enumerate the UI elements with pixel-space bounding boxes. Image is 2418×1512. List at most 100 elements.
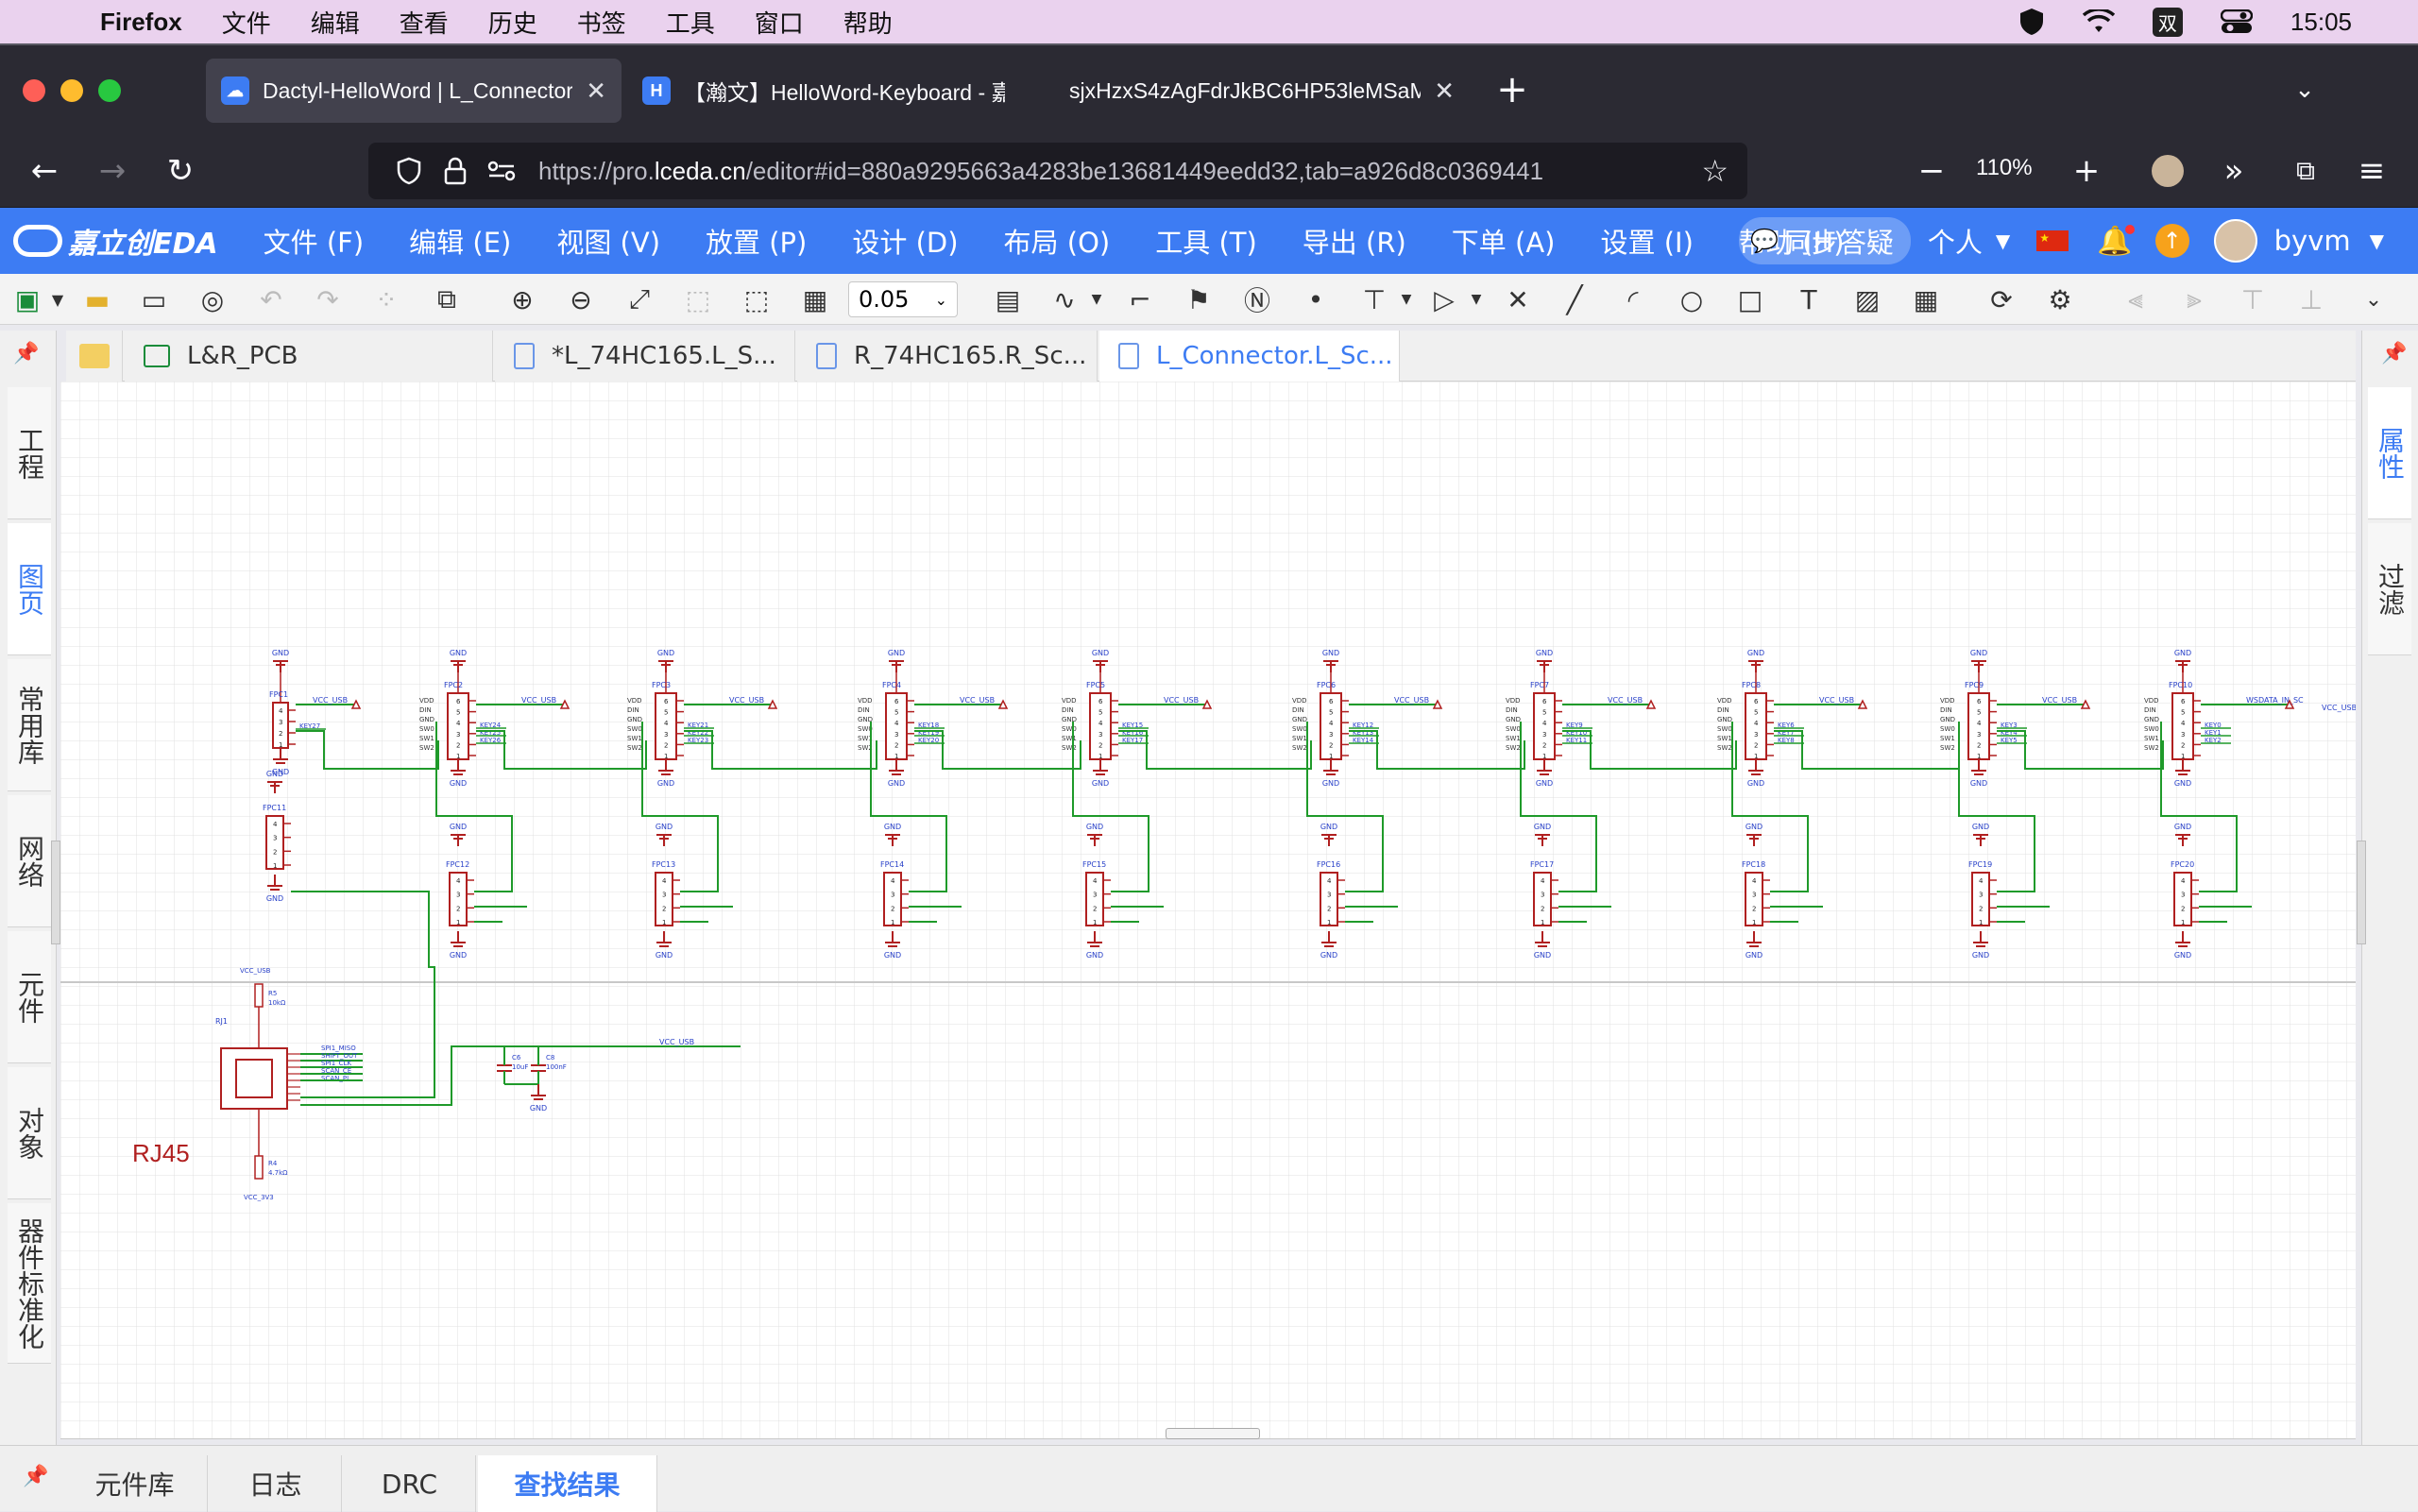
copy-format-icon[interactable]: ⁘ — [370, 283, 402, 315]
left-tab-objects[interactable]: 对象 — [8, 1067, 51, 1199]
eda-logo[interactable]: 嘉立创EDA — [13, 220, 218, 262]
lock-icon[interactable] — [444, 157, 467, 185]
back-arrow-icon[interactable]: ← — [21, 147, 68, 195]
grid-size-select[interactable]: 0.05 ⌄ — [848, 281, 958, 317]
os-menu-tools[interactable]: 工具 — [666, 5, 715, 40]
account-avatar[interactable] — [2144, 147, 2191, 195]
overflow-chevrons-icon[interactable]: » — [2210, 147, 2257, 195]
eda-menu-layout[interactable]: 布局 (O) — [1004, 221, 1111, 261]
os-menu-view[interactable]: 查看 — [400, 5, 449, 40]
open-folder-icon[interactable]: ▬ — [81, 283, 113, 315]
doc-tab-l-connector[interactable]: L_Connector.L_Sc... — [1099, 331, 1400, 382]
pin-icon[interactable]: 📌 — [2381, 342, 2407, 365]
user-chevron-icon[interactable]: ▼ — [2370, 229, 2384, 252]
power-chevron-icon[interactable]: ▼ — [1390, 283, 1422, 315]
zoom-out-icon[interactable]: − — [1908, 147, 1955, 195]
doc-folder-tab[interactable] — [66, 331, 123, 382]
hamburger-menu-icon[interactable]: ≡ — [2348, 147, 2395, 195]
close-tab-icon[interactable]: ✕ — [1434, 76, 1455, 106]
image-icon[interactable]: ▨ — [1851, 283, 1883, 315]
net-port-icon[interactable]: ▷ — [1428, 283, 1460, 315]
net-flag-icon[interactable]: ⚑ — [1183, 283, 1215, 315]
browser-tab-active[interactable]: ☁ Dactyl-HelloWord | L_Connector ✕ — [206, 59, 622, 123]
redo-icon[interactable]: ↷ — [312, 283, 344, 315]
right-panel-collapse-handle[interactable] — [2357, 841, 2366, 944]
extensions-icon[interactable]: ⧉ — [2282, 147, 2329, 195]
eda-menu-place[interactable]: 放置 (P) — [706, 221, 807, 261]
zoom-level[interactable]: 110% — [1976, 155, 2033, 181]
no-connect-icon[interactable]: ✕ — [1502, 283, 1534, 315]
input-method-badge[interactable]: 双 — [2152, 7, 2183, 37]
os-menu-file[interactable]: 文件 — [222, 5, 271, 40]
update-pcb-icon[interactable]: ⟳ — [1985, 283, 2018, 315]
zoom-area-icon[interactable]: ⬚ — [741, 283, 773, 315]
eda-menu-view[interactable]: 视图 (V) — [556, 221, 660, 261]
left-tab-components[interactable]: 元件 — [8, 931, 51, 1063]
grid-icon[interactable]: ▦ — [799, 283, 831, 315]
new-dropdown-chevron-icon[interactable]: ▼ — [42, 283, 74, 315]
fit-view-icon[interactable]: ⤢ — [623, 283, 656, 315]
eda-menu-settings[interactable]: 设置 (I) — [1600, 221, 1693, 261]
undo-icon[interactable]: ↶ — [255, 283, 287, 315]
zoom-in-tool-icon[interactable]: ⊕ — [506, 283, 538, 315]
bottom-tab-find-results[interactable]: 查找结果 — [478, 1455, 657, 1512]
table-icon[interactable]: ▦ — [1910, 283, 1942, 315]
left-tab-project[interactable]: 工程 — [8, 387, 51, 519]
os-menu-app[interactable]: Firefox — [100, 8, 182, 37]
os-menu-window[interactable]: 窗口 — [755, 5, 804, 40]
find-replace-icon[interactable]: ⧉ — [431, 283, 463, 315]
vpn-shield-icon[interactable] — [2018, 8, 2045, 36]
collab-button[interactable]: 💬 同步答疑 — [1738, 217, 1911, 264]
text-icon[interactable]: T — [1793, 283, 1825, 315]
os-menu-help[interactable]: 帮助 — [843, 5, 893, 40]
browser-tab[interactable]: sjxHzxS4zAgFdrJkBC6HP53leMSaM ✕ — [1054, 59, 1470, 123]
cn-flag-icon[interactable]: ★ — [2036, 230, 2069, 251]
new-project-icon[interactable]: ▣ — [11, 283, 43, 315]
control-center-icon[interactable] — [2220, 9, 2253, 34]
wire-chevron-icon[interactable]: ▼ — [1081, 283, 1113, 315]
doc-tab-l74hc165[interactable]: *L_74HC165.L_S... — [495, 331, 795, 382]
schematic-drawing[interactable]: GNDFPC14321GNDKEY27VCC_USBGNDFPC2654321G… — [60, 382, 2356, 1439]
zoom-selection-icon[interactable]: ⬚ — [682, 283, 714, 315]
os-menu-bookmarks[interactable]: 书签 — [577, 5, 626, 40]
window-minimize-button[interactable] — [60, 79, 83, 102]
arc-icon[interactable]: ◜ — [1617, 283, 1649, 315]
permissions-icon[interactable] — [487, 160, 516, 182]
browser-tab[interactable]: H 【瀚文】HelloWord-Keyboard - 嘉 — [627, 59, 1043, 123]
save-version-icon[interactable]: ◎ — [196, 283, 229, 315]
close-tab-icon[interactable]: ✕ — [586, 76, 606, 106]
pin-icon[interactable]: 📌 — [13, 342, 39, 365]
eda-menu-file[interactable]: 文件 (F) — [264, 221, 365, 261]
place-component-icon[interactable]: ▤ — [992, 283, 1024, 315]
left-tab-device-standardization[interactable]: 器件标准化 — [8, 1203, 51, 1364]
left-tab-common-library[interactable]: 常用库 — [8, 659, 51, 791]
zoom-out-tool-icon[interactable]: ⊖ — [565, 283, 597, 315]
tracking-shield-icon[interactable] — [397, 157, 421, 185]
left-tab-nets[interactable]: 网络 — [8, 795, 51, 927]
window-zoom-button[interactable] — [98, 79, 121, 102]
tab-list-chevron-icon[interactable]: ⌄ — [2281, 66, 2328, 113]
align-top-icon[interactable]: ⊤ — [2237, 283, 2269, 315]
reload-icon[interactable]: ↻ — [157, 147, 204, 195]
window-close-button[interactable] — [23, 79, 45, 102]
os-menu-history[interactable]: 历史 — [488, 5, 537, 40]
doc-tab-pcb[interactable]: L&R_PCB — [125, 331, 493, 382]
schematic-canvas[interactable]: GND FPC1 4 3 2 1 GND KEY27 VCC_USB GND FPC2 6 5 4 3 2 1 G… — [60, 382, 2356, 1439]
line-icon[interactable]: ╱ — [1558, 283, 1591, 315]
upgrade-icon[interactable]: ↑ — [2154, 224, 2189, 258]
pin-icon[interactable]: 📌 — [23, 1465, 48, 1488]
eda-menu-tools[interactable]: 工具 (T) — [1155, 221, 1257, 261]
workspace-select[interactable]: 个人 — [1928, 221, 1983, 261]
port-chevron-icon[interactable]: ▼ — [1460, 283, 1492, 315]
user-avatar[interactable] — [2213, 219, 2257, 263]
toolbar-more-chevron-icon[interactable]: ⌄ — [2358, 283, 2390, 315]
left-tab-pages[interactable]: 图页 — [8, 523, 51, 655]
new-tab-plus-icon[interactable]: + — [1489, 66, 1536, 113]
settings-gear-icon[interactable]: ⚙ — [2044, 283, 2076, 315]
power-flag-icon[interactable]: ⊤ — [1358, 283, 1390, 315]
net-label-icon[interactable]: Ⓝ — [1241, 283, 1273, 316]
bottom-tab-log[interactable]: 日志 — [210, 1455, 342, 1512]
workspace-chevron-icon[interactable]: ▼ — [1996, 229, 2010, 252]
circle-icon[interactable]: ○ — [1676, 283, 1708, 315]
right-tab-properties[interactable]: 属性 — [2368, 387, 2411, 519]
